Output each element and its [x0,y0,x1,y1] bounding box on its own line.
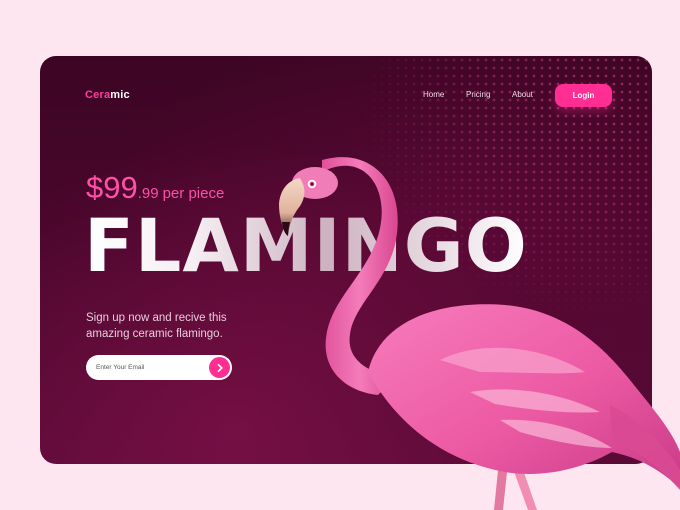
price-unit: per piece [162,185,225,202]
logo-rest: mic [110,89,130,101]
subtext: Sign up now and recive this amazing cera… [86,310,286,342]
price: $99.99 per piece [86,170,224,206]
nav-home[interactable]: Home [423,90,444,99]
subtext-line-2: amazing ceramic flamingo. [86,328,223,340]
email-input[interactable] [96,360,201,374]
email-form [86,355,232,380]
logo[interactable]: Ceramic [85,89,130,101]
landing-page: Ceramic Home Pricing About Login $99.99 p… [0,0,680,510]
chevron-right-icon [217,363,223,372]
submit-button[interactable] [209,357,230,378]
subtext-line-1: Sign up now and recive this [86,312,227,324]
logo-accent: Cera [85,89,111,101]
price-cents: .99 [137,185,159,202]
nav-pricing[interactable]: Pricing [466,90,490,99]
nav-about[interactable]: About [512,90,533,99]
login-button[interactable]: Login [555,84,612,107]
headline: FLAMINGO [84,204,528,289]
price-main: $99 [86,170,138,205]
